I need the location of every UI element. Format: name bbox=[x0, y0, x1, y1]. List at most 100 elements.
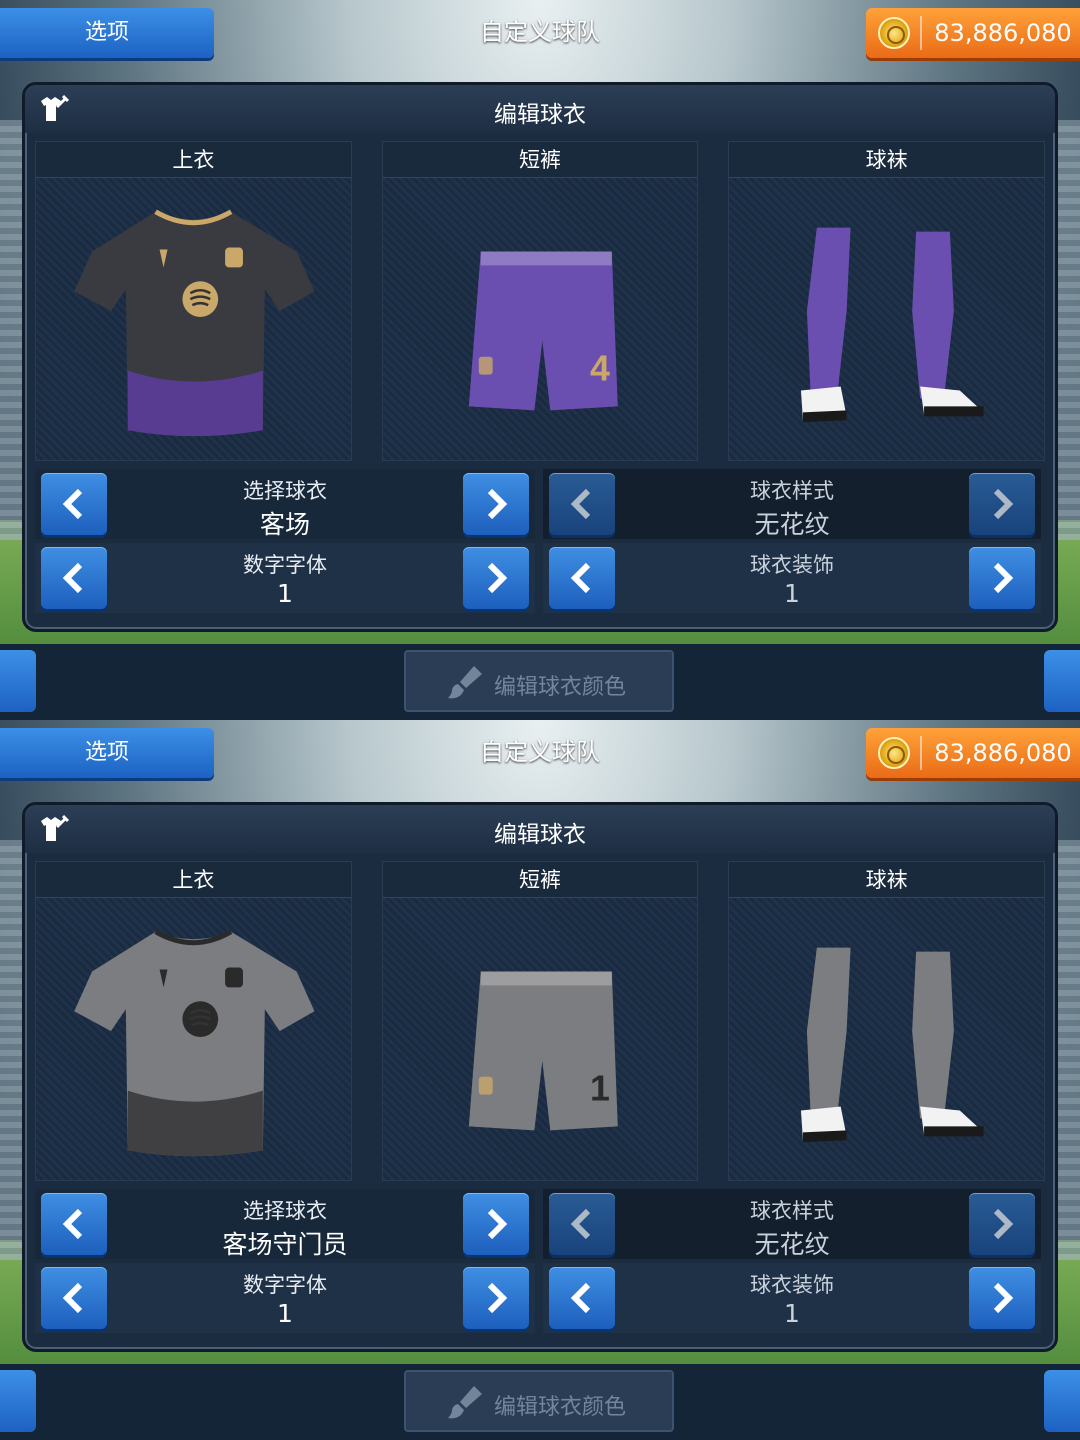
kit-pattern-next-button[interactable] bbox=[969, 473, 1035, 535]
chevron-right-icon bbox=[487, 1282, 508, 1314]
kit-decoration-value: 1 bbox=[784, 579, 800, 608]
number-font-next-button[interactable] bbox=[463, 547, 529, 609]
kit-pattern-value: 无花纹 bbox=[754, 510, 830, 539]
bottom-bar: 编辑球衣颜色 bbox=[0, 644, 1080, 720]
kit-decoration-prev-button[interactable] bbox=[549, 547, 615, 609]
paint-brush-icon bbox=[448, 666, 482, 699]
select-kit-next-button[interactable] bbox=[463, 473, 529, 535]
options-button[interactable]: 选项 bbox=[0, 8, 214, 58]
edit-kit-colors-label: 编辑球衣颜色 bbox=[494, 675, 627, 700]
chevron-left-icon bbox=[62, 1282, 83, 1314]
top-bar: 选项 自定义球队 83,886,080 bbox=[0, 0, 1080, 64]
kit-pattern-label: 球衣样式 bbox=[750, 1199, 834, 1223]
socks-icon bbox=[729, 902, 1044, 1180]
coin-divider bbox=[920, 16, 922, 50]
screen-title: 自定义球队 bbox=[480, 738, 600, 766]
kit-selector-group: 选择球衣 客场守门员 数字字体 1 bbox=[35, 1189, 535, 1337]
kit-slots: 上衣 短裤 bbox=[35, 141, 1046, 461]
kit-controls: 选择球衣 客场 数字字体 1 球衣样式 无花纹 球衣装饰 1 bbox=[35, 469, 1045, 617]
kit-pattern-value: 无花纹 bbox=[754, 1230, 830, 1259]
kit-style-group: 球衣样式 无花纹 球衣装饰 1 bbox=[543, 469, 1041, 617]
kit-decoration-next-button[interactable] bbox=[969, 1267, 1035, 1329]
kit-decoration-value: 1 bbox=[784, 1299, 800, 1328]
select-kit-row: 选择球衣 客场 bbox=[35, 469, 535, 539]
top-bar: 选项 自定义球队 83,886,080 bbox=[0, 720, 1080, 784]
panel-title: 编辑球衣 bbox=[494, 102, 586, 128]
edit-kit-panel: 编辑球衣 上衣 bbox=[22, 802, 1058, 1352]
select-kit-prev-button[interactable] bbox=[41, 1193, 107, 1255]
select-kit-label: 选择球衣 bbox=[243, 479, 327, 503]
number-font-row: 数字字体 1 bbox=[35, 1263, 535, 1333]
number-font-prev-button[interactable] bbox=[41, 547, 107, 609]
chevron-right-icon bbox=[487, 1208, 508, 1240]
kit-pattern-next-button[interactable] bbox=[969, 1193, 1035, 1255]
kit-pattern-row: 球衣样式 无花纹 bbox=[543, 1189, 1041, 1259]
slot-title: 球袜 bbox=[729, 142, 1045, 178]
chevron-left-icon bbox=[62, 1208, 83, 1240]
socks-icon bbox=[729, 182, 1044, 460]
select-kit-value: 客场 bbox=[259, 510, 310, 539]
kit-controls: 选择球衣 客场守门员 数字字体 1 球衣样式 无花纹 球衣装饰 1 bbox=[35, 1189, 1045, 1337]
kit-decoration-label: 球衣装饰 bbox=[750, 553, 834, 577]
slot-shorts[interactable]: 短裤 1 bbox=[381, 861, 699, 1181]
coins-display[interactable]: 83,886,080 bbox=[866, 8, 1080, 58]
number-font-label: 数字字体 bbox=[243, 553, 327, 577]
select-kit-prev-button[interactable] bbox=[41, 473, 107, 535]
chevron-left-icon bbox=[570, 1208, 591, 1240]
slot-title: 球袜 bbox=[729, 862, 1045, 898]
custom-team-screen: 选项 自定义球队 83,886,080 编辑球衣 上衣 bbox=[0, 0, 1080, 720]
kit-pattern-row: 球衣样式 无花纹 bbox=[543, 469, 1041, 539]
number-font-value: 1 bbox=[277, 579, 293, 608]
slot-title: 短裤 bbox=[382, 142, 698, 178]
chevron-left-icon bbox=[570, 562, 591, 594]
select-kit-value: 客场守门员 bbox=[222, 1230, 348, 1259]
paint-brush-icon bbox=[448, 1386, 482, 1419]
chevron-right-icon bbox=[993, 562, 1014, 594]
select-kit-next-button[interactable] bbox=[463, 1193, 529, 1255]
number-font-next-button[interactable] bbox=[463, 1267, 529, 1329]
slot-shirt[interactable]: 上衣 bbox=[35, 141, 352, 461]
forward-tab-button[interactable] bbox=[1044, 650, 1080, 712]
chevron-left-icon bbox=[570, 488, 591, 520]
chevron-right-icon bbox=[487, 562, 508, 594]
slot-socks[interactable]: 球袜 bbox=[728, 861, 1046, 1181]
screen-title: 自定义球队 bbox=[480, 18, 600, 46]
slot-shorts[interactable]: 短裤 4 bbox=[381, 141, 699, 461]
back-tab-button[interactable] bbox=[0, 650, 36, 712]
coin-balance: 83,886,080 bbox=[934, 739, 1072, 767]
chevron-left-icon bbox=[570, 1282, 591, 1314]
edit-kit-colors-button[interactable]: 编辑球衣颜色 bbox=[404, 1370, 674, 1432]
options-button[interactable]: 选项 bbox=[0, 728, 214, 778]
kit-style-group: 球衣样式 无花纹 球衣装饰 1 bbox=[543, 1189, 1041, 1337]
edit-kit-panel: 编辑球衣 上衣 bbox=[22, 82, 1058, 632]
shorts-icon: 4 bbox=[383, 182, 698, 460]
shorts-icon: 1 bbox=[383, 902, 698, 1180]
slot-title: 短裤 bbox=[382, 862, 698, 898]
slot-title: 上衣 bbox=[36, 862, 351, 898]
coin-divider bbox=[920, 736, 922, 770]
kit-selector-group: 选择球衣 客场 数字字体 1 bbox=[35, 469, 535, 617]
kit-pattern-prev-button[interactable] bbox=[549, 1193, 615, 1255]
chevron-right-icon bbox=[487, 488, 508, 520]
coin-icon bbox=[878, 17, 910, 49]
panel-header: 编辑球衣 bbox=[25, 805, 1055, 853]
kit-decoration-row: 球衣装饰 1 bbox=[543, 1263, 1041, 1333]
slot-socks[interactable]: 球袜 bbox=[728, 141, 1046, 461]
slot-shirt[interactable]: 上衣 bbox=[35, 861, 352, 1181]
number-font-prev-button[interactable] bbox=[41, 1267, 107, 1329]
kit-decoration-next-button[interactable] bbox=[969, 547, 1035, 609]
edit-kit-colors-button[interactable]: 编辑球衣颜色 bbox=[404, 650, 674, 712]
kit-decoration-row: 球衣装饰 1 bbox=[543, 543, 1041, 613]
select-kit-row: 选择球衣 客场守门员 bbox=[35, 1189, 535, 1259]
select-kit-label: 选择球衣 bbox=[243, 1199, 327, 1223]
shirt-icon bbox=[36, 182, 351, 460]
kit-pattern-label: 球衣样式 bbox=[750, 479, 834, 503]
panel-header: 编辑球衣 bbox=[25, 85, 1055, 133]
kit-pattern-prev-button[interactable] bbox=[549, 473, 615, 535]
kit-decoration-prev-button[interactable] bbox=[549, 1267, 615, 1329]
number-font-value: 1 bbox=[277, 1299, 293, 1328]
svg-text:4: 4 bbox=[590, 349, 610, 389]
back-tab-button[interactable] bbox=[0, 1370, 36, 1432]
forward-tab-button[interactable] bbox=[1044, 1370, 1080, 1432]
coins-display[interactable]: 83,886,080 bbox=[866, 728, 1080, 778]
